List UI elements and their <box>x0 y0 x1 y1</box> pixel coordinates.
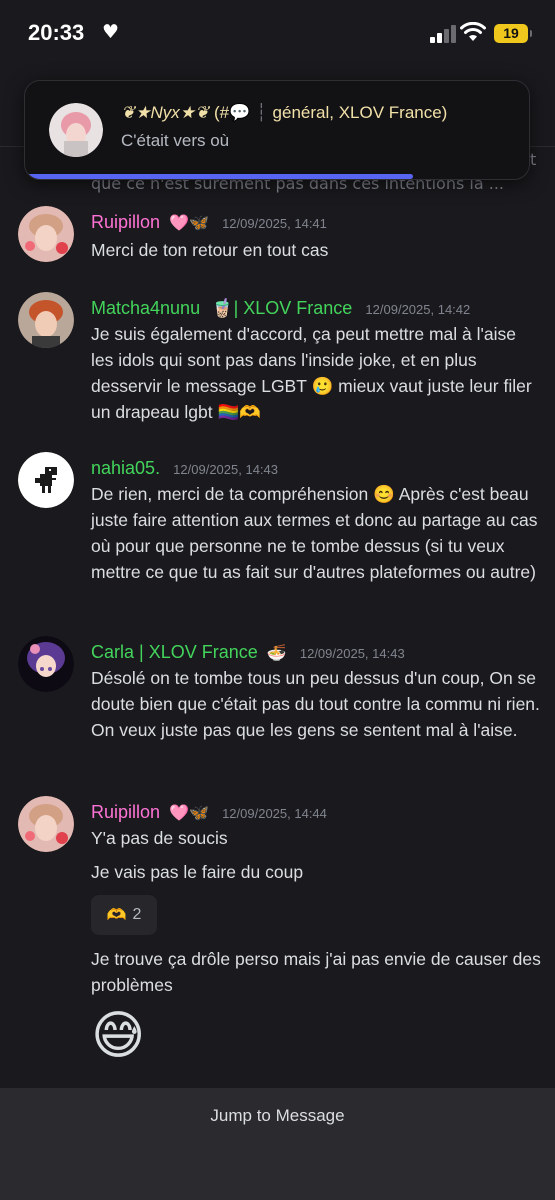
message-text: Je vais pas le faire du coup <box>91 862 304 882</box>
author-name[interactable]: nahia05. <box>91 458 160 478</box>
heart-hands-icon: 🫶 <box>106 907 127 924</box>
message-header: Ruipillon 🩷🦋 12/09/2025, 14:44 <box>91 802 327 823</box>
message-text: Je suis également d'accord, ça peut mett… <box>91 324 532 422</box>
author-name[interactable]: Ruipillon <box>91 212 160 232</box>
sweat-smile-emoji-icon: 😅 <box>91 1006 146 1066</box>
message-header: Ruipillon 🩷🦋 12/09/2025, 14:41 <box>91 212 327 233</box>
timestamp: 12/09/2025, 14:44 <box>222 806 327 821</box>
avatar[interactable] <box>18 292 74 348</box>
heart-icon: ♥ <box>102 21 120 43</box>
avatar[interactable] <box>18 206 74 262</box>
timestamp: 12/09/2025, 14:42 <box>365 302 471 317</box>
message-text: Merci de ton retour en tout cas <box>91 240 329 260</box>
timestamp: 12/09/2025, 14:41 <box>222 216 327 231</box>
notification-author: ❦★Nyx★❦ <box>121 103 210 122</box>
reaction-count: 2 <box>132 906 142 923</box>
battery-indicator: 19 <box>494 24 532 43</box>
avatar <box>49 103 103 157</box>
timestamp: 12/09/2025, 14:43 <box>173 462 278 477</box>
author-name[interactable]: Ruipillon <box>91 802 160 822</box>
message-text: Je trouve ça drôle perso mais j'ai pas e… <box>91 949 541 995</box>
author-name[interactable]: Carla | XLOV France <box>91 642 258 662</box>
jump-to-message-bar[interactable]: Jump to Message <box>0 1088 555 1200</box>
author-badge: 🩷🦋 <box>169 803 209 822</box>
message-header: nahia05. 12/09/2025, 14:43 <box>91 458 278 479</box>
cellular-signal-icon <box>430 25 456 43</box>
message-text: Y'a pas de soucis <box>91 828 228 848</box>
message-header: Carla | XLOV France 🍜 12/09/2025, 14:43 <box>91 642 405 663</box>
message-text: De rien, merci de ta compréhension 😊 Apr… <box>91 484 538 582</box>
notification-title: ❦★Nyx★❦ (#💬 ┆ général, XLOV France) <box>121 103 448 122</box>
notification-body: C'était vers où <box>121 131 230 150</box>
author-badge: 🧋| XLOV France <box>211 298 353 318</box>
notification-channel-prefix: (#💬 <box>213 103 251 122</box>
jump-to-message-button[interactable]: Jump to Message <box>0 1106 555 1126</box>
author-badge: 🩷🦋 <box>169 213 209 232</box>
status-time: 20:33 <box>28 20 85 45</box>
avatar[interactable] <box>18 452 74 508</box>
timestamp: 12/09/2025, 14:43 <box>299 646 405 661</box>
avatar[interactable] <box>18 796 74 852</box>
notification-toast[interactable]: ❦★Nyx★❦ (#💬 ┆ général, XLOV France) C'étai… <box>24 80 530 180</box>
message-header: Matcha4nunu 🧋| XLOV France 12/09/2025, 1… <box>91 298 470 319</box>
wifi-icon <box>460 22 486 41</box>
notification-progress-bar <box>25 174 414 179</box>
truncated-glyph: t <box>530 150 537 169</box>
author-badge: 🍜 <box>266 643 287 662</box>
avatar[interactable] <box>18 636 74 692</box>
notification-channel: général, XLOV France) <box>272 103 448 122</box>
status-bar: 20:33 ♥ 19 <box>0 0 555 70</box>
author-name[interactable]: Matcha4nunu <box>91 298 200 318</box>
message-text: Désolé on te tombe tous un peu dessus d'… <box>91 668 540 740</box>
reaction-button[interactable]: 🫶 2 <box>91 895 157 935</box>
